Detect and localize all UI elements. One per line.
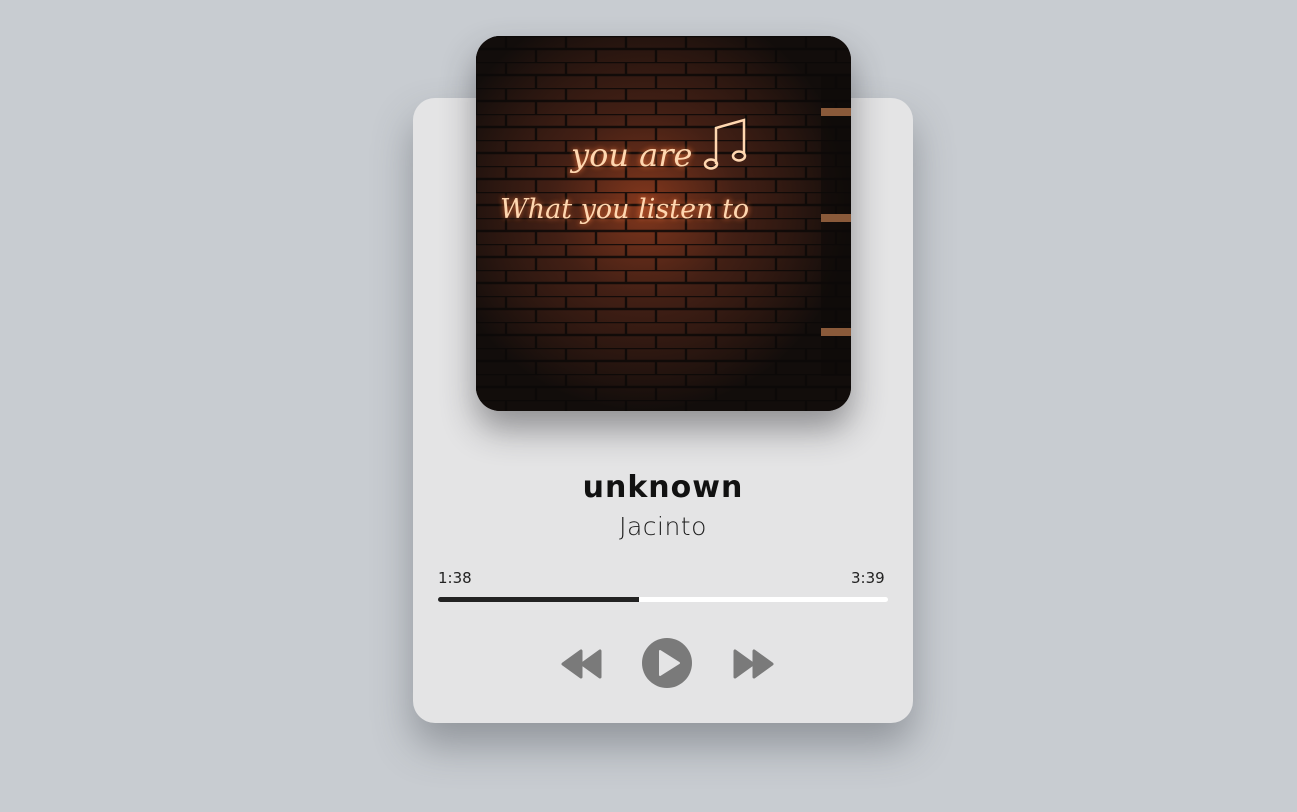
song-title: unknown [582,470,744,505]
album-cover: you are you are What you listen to What … [476,36,851,411]
play-icon [642,638,692,688]
artist-name: Jacinto [619,512,707,541]
rewind-icon [561,649,602,679]
svg-text:you are: you are [569,136,692,174]
music-player: you are you are What you listen to What … [0,0,1297,812]
svg-text:What you listen to: What you listen to [500,194,749,225]
progress-bar[interactable] [438,597,888,602]
progress-fill [438,597,640,602]
fast-forward-icon [733,649,774,679]
next-button[interactable] [732,647,776,681]
previous-button[interactable] [561,647,605,681]
current-time: 1:38 [438,569,472,587]
total-time: 3:39 [851,569,885,587]
play-button[interactable] [641,637,693,689]
